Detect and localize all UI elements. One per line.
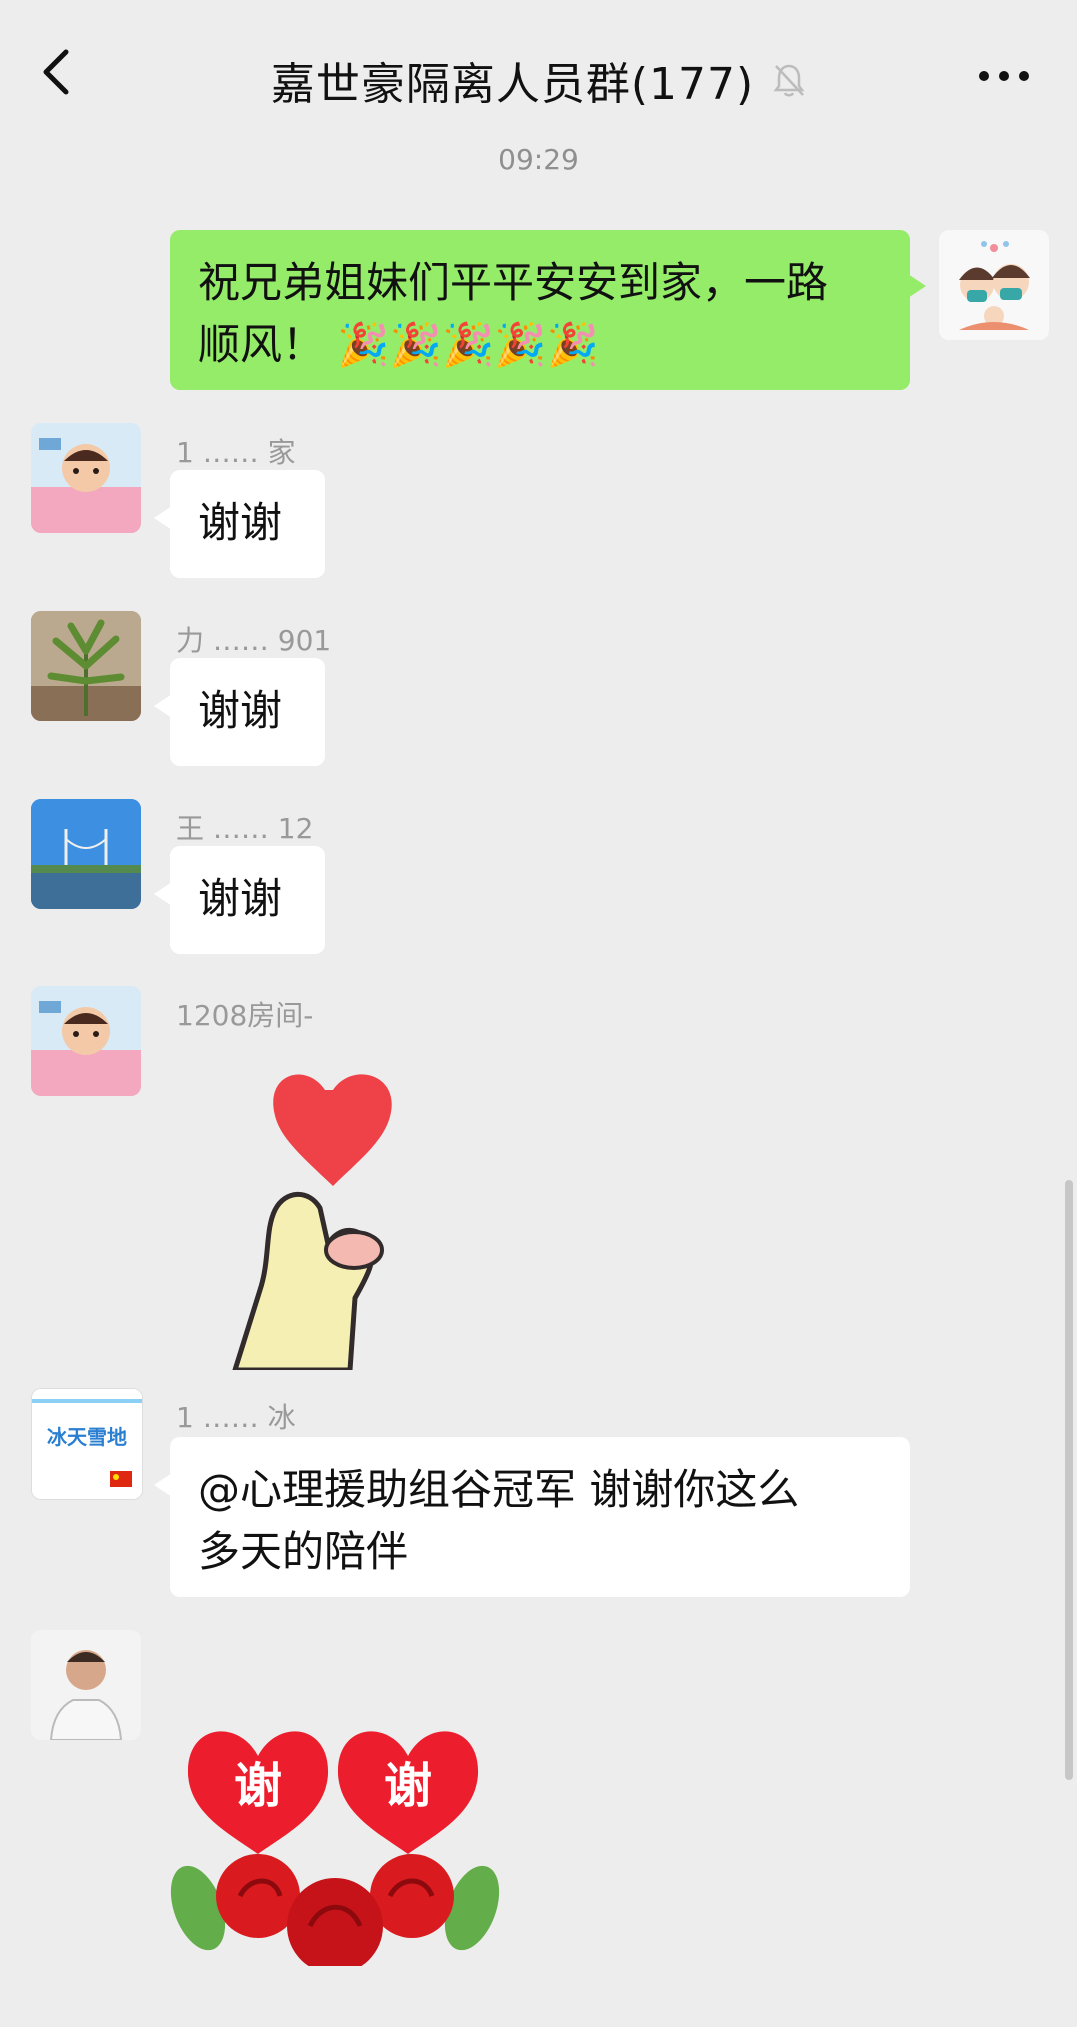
member-name: 1 …… 冰: [176, 1401, 296, 1434]
member-avatar[interactable]: [31, 611, 141, 721]
message-line-2: 多天的陪伴: [198, 1527, 409, 1576]
sticker-text-2: 谢: [384, 1758, 432, 1814]
self-message-line-1: 祝兄弟姐妹们平平安安到家，一路: [198, 258, 829, 307]
member-avatar[interactable]: [31, 1630, 141, 1740]
member-avatar[interactable]: [31, 423, 141, 533]
message-timestamp: 09:29: [498, 143, 579, 176]
self-message-line-2: 顺风！ 🎉🎉🎉🎉🎉: [198, 320, 599, 369]
member-name: 力 …… 901: [176, 624, 332, 657]
member-name: 1 …… 家: [176, 436, 296, 469]
bell-off-icon: [773, 64, 805, 97]
more-icon: [979, 71, 1029, 81]
message-bubble[interactable]: 谢谢: [154, 470, 325, 578]
member-avatar[interactable]: [31, 986, 141, 1096]
heart-finger-sticker[interactable]: [205, 1060, 465, 1373]
member-avatar[interactable]: 冰天雪地: [31, 1388, 143, 1500]
chat-title-area: 嘉世豪隔离人员群(177): [0, 48, 1077, 112]
self-avatar[interactable]: [939, 230, 1049, 340]
message-text: 谢谢: [198, 686, 283, 735]
avatar-text: 冰天雪地: [47, 1425, 127, 1449]
scrollbar[interactable]: [1065, 1180, 1073, 1780]
member-avatar[interactable]: [31, 799, 141, 909]
chat-title: 嘉世豪隔离人员群(177): [270, 59, 755, 110]
chat-header: 嘉世豪隔离人员群(177): [0, 0, 1077, 150]
message-text: 谢谢: [198, 874, 283, 923]
message-line-1: @心理援助组谷冠军 谢谢你这么: [198, 1465, 800, 1514]
member-name: 王 …… 12: [176, 812, 314, 845]
sticker-text-1: 谢: [234, 1758, 282, 1814]
member-name: 1208房间-: [176, 999, 314, 1032]
message-bubble[interactable]: 谢谢: [154, 658, 325, 766]
more-button[interactable]: [969, 56, 1039, 96]
thank-you-sticker[interactable]: 谢 谢: [170, 1676, 500, 1974]
message-text: 谢谢: [198, 498, 283, 547]
message-bubble[interactable]: @心理援助组谷冠军 谢谢你这么 多天的陪伴: [154, 1437, 910, 1597]
message-bubble[interactable]: 谢谢: [154, 846, 325, 954]
self-message-bubble[interactable]: 祝兄弟姐妹们平平安安到家，一路 顺风！ 🎉🎉🎉🎉🎉: [170, 230, 926, 390]
